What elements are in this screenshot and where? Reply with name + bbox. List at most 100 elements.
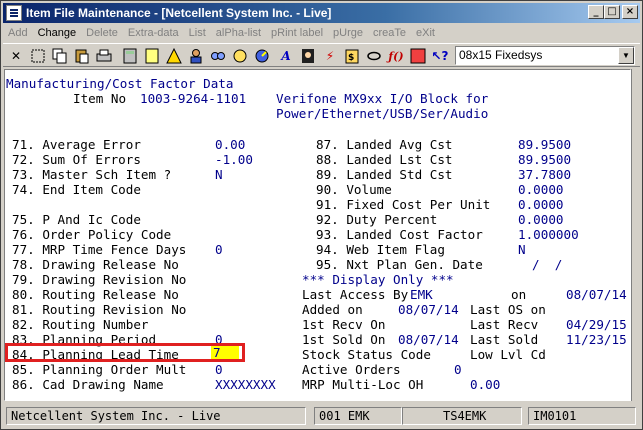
last-recv-label: Last Recv	[470, 317, 539, 332]
field-73-label: 73. Master Sch Item ?	[12, 167, 172, 182]
field-74-label: 74. End Item Code	[12, 182, 141, 197]
last-os-label: Last OS on	[470, 302, 546, 317]
field-72-value[interactable]: -1.00	[215, 152, 253, 167]
book-icon[interactable]	[299, 47, 317, 65]
dial-icon[interactable]	[253, 47, 271, 65]
field-85-value[interactable]: 0	[215, 362, 223, 377]
svg-text:$: $	[348, 53, 354, 63]
maximize-icon[interactable]: □	[604, 5, 620, 19]
field-86-label: 86. Cad Drawing Name	[12, 377, 164, 392]
copy-icon[interactable]	[51, 47, 69, 65]
menu-delete[interactable]: Delete	[81, 27, 123, 39]
user-icon[interactable]	[187, 47, 205, 65]
note-icon[interactable]	[143, 47, 161, 65]
font-icon[interactable]: A	[277, 47, 295, 65]
clipboard-icon[interactable]: $	[343, 47, 361, 65]
active-orders-value: 0	[454, 362, 462, 377]
field-71-label: 71. Average Error	[12, 137, 141, 152]
menu-list[interactable]: List	[184, 27, 211, 39]
calc-icon[interactable]	[121, 47, 139, 65]
menu-add[interactable]: Add	[3, 27, 33, 39]
app-window: Item File Maintenance - [Netcellent Syst…	[0, 0, 643, 430]
minimize-icon[interactable]: _	[588, 5, 604, 19]
field-77-value[interactable]: 0	[215, 242, 223, 257]
field-94-value[interactable]: N	[518, 242, 526, 257]
added-on-label: Added on	[302, 302, 363, 317]
field-73-value[interactable]: N	[215, 167, 223, 182]
active-orders-label: Active Orders	[302, 362, 401, 377]
field-91-value[interactable]: 0.0000	[518, 197, 564, 212]
field-92-value[interactable]: 0.0000	[518, 212, 564, 227]
print-icon[interactable]	[95, 47, 113, 65]
last-access-on-label: on	[511, 287, 527, 302]
globe-icon[interactable]	[231, 47, 249, 65]
font-select[interactable]: 08x15 Fixedsys ▼	[455, 46, 635, 65]
status-company: Netcellent System Inc. - Live	[6, 407, 306, 425]
field-92-label: 92. Duty Percent	[316, 212, 438, 227]
menu-change[interactable]: Change	[33, 27, 82, 39]
screen-heading: Manufacturing/Cost Factor Data	[6, 76, 234, 91]
field-91-label: 91. Fixed Cost Per Unit	[316, 197, 491, 212]
search-icon[interactable]	[209, 47, 227, 65]
vertical-scrollbar[interactable]	[631, 69, 642, 401]
field-87-value[interactable]: 89.9500	[518, 137, 571, 152]
item-no-value[interactable]: 1003-9264-1101	[140, 91, 246, 106]
hatched-icon[interactable]	[409, 47, 427, 65]
added-on-date: 08/07/14	[398, 302, 459, 317]
field-89-label: 89. Landed Std Cst	[316, 167, 453, 182]
last-recv-date: 04/29/15	[566, 317, 627, 332]
menu-create[interactable]: creaTe	[368, 27, 411, 39]
status-user: 001 EMK	[314, 407, 402, 425]
menu-bar: Add Change Delete Extra-data List alPha-…	[3, 24, 640, 42]
field-72-label: 72. Sum Of Errors	[12, 152, 141, 167]
field-89-value[interactable]: 37.7800	[518, 167, 571, 182]
low-lvl-label: Low Lvl Cd	[470, 347, 546, 362]
warning-icon[interactable]	[165, 47, 183, 65]
field-78-label: 78. Drawing Release No	[12, 257, 179, 272]
field-93-value[interactable]: 1.000000	[518, 227, 579, 242]
status-bar: Netcellent System Inc. - Live 001 EMK TS…	[4, 405, 640, 427]
first-sold-date: 08/07/14	[398, 332, 459, 347]
field-82-label: 82. Routing Number	[12, 317, 149, 332]
field-85-label: 85. Planning Order Mult	[12, 362, 187, 377]
field-88-value[interactable]: 89.9500	[518, 152, 571, 167]
menu-extra-data[interactable]: Extra-data	[123, 27, 184, 39]
title-bar[interactable]: Item File Maintenance - [Netcellent Syst…	[3, 3, 640, 23]
item-no-label: Item No	[73, 91, 127, 106]
item-desc-2: Power/Ethernet/USB/Ser/Audio	[276, 106, 489, 121]
field-71-value[interactable]: 0.00	[215, 137, 245, 152]
last-sold-date: 11/23/15	[566, 332, 627, 347]
close-icon[interactable]: ×	[622, 5, 638, 19]
cut-icon[interactable]: ✕	[7, 47, 25, 65]
field-90-label: 90. Volume	[316, 182, 392, 197]
highlight-box	[5, 343, 245, 362]
field-86-value[interactable]: XXXXXXXX	[215, 377, 276, 392]
last-access-user: EMK	[410, 287, 433, 302]
item-desc-1: Verifone MX9xx I/O Block for	[276, 91, 489, 106]
toolbar: ✕ A ⚡ $ ƒ() ↖? 08x15 Fixedsys ▼	[3, 43, 640, 67]
menu-exit[interactable]: eXit	[411, 27, 440, 39]
field-87-label: 87. Landed Avg Cst	[316, 137, 453, 152]
status-program: IM0101	[528, 407, 636, 425]
menu-purge[interactable]: pUrge	[328, 27, 368, 39]
last-access-date: 08/07/14	[566, 287, 627, 302]
field-95-label: 95. Nxt Plan Gen. Date	[316, 257, 483, 272]
field-75-label: 75. P And Ic Code	[12, 212, 141, 227]
first-sold-label: 1st Sold On	[302, 332, 386, 347]
display-only-banner: *** Display Only ***	[302, 272, 454, 287]
app-icon	[6, 5, 22, 21]
help-cursor-icon[interactable]: ↖?	[431, 47, 449, 65]
status-terminal: TS4EMK	[402, 407, 522, 425]
paste-icon[interactable]	[73, 47, 91, 65]
field-90-value[interactable]: 0.0000	[518, 182, 564, 197]
mrp-multi-loc-value: 0.00	[470, 377, 501, 392]
select-icon[interactable]	[29, 47, 47, 65]
menu-alpha-list[interactable]: alPha-list	[211, 27, 266, 39]
lightning-icon[interactable]: ⚡	[321, 47, 339, 65]
menu-print-label[interactable]: pRint label	[266, 27, 328, 39]
chevron-down-icon[interactable]: ▼	[618, 47, 634, 64]
link-icon[interactable]	[365, 47, 383, 65]
field-95-value[interactable]: / /	[532, 257, 562, 272]
field-94-label: 94. Web Item Flag	[316, 242, 445, 257]
function-icon[interactable]: ƒ()	[387, 47, 405, 65]
